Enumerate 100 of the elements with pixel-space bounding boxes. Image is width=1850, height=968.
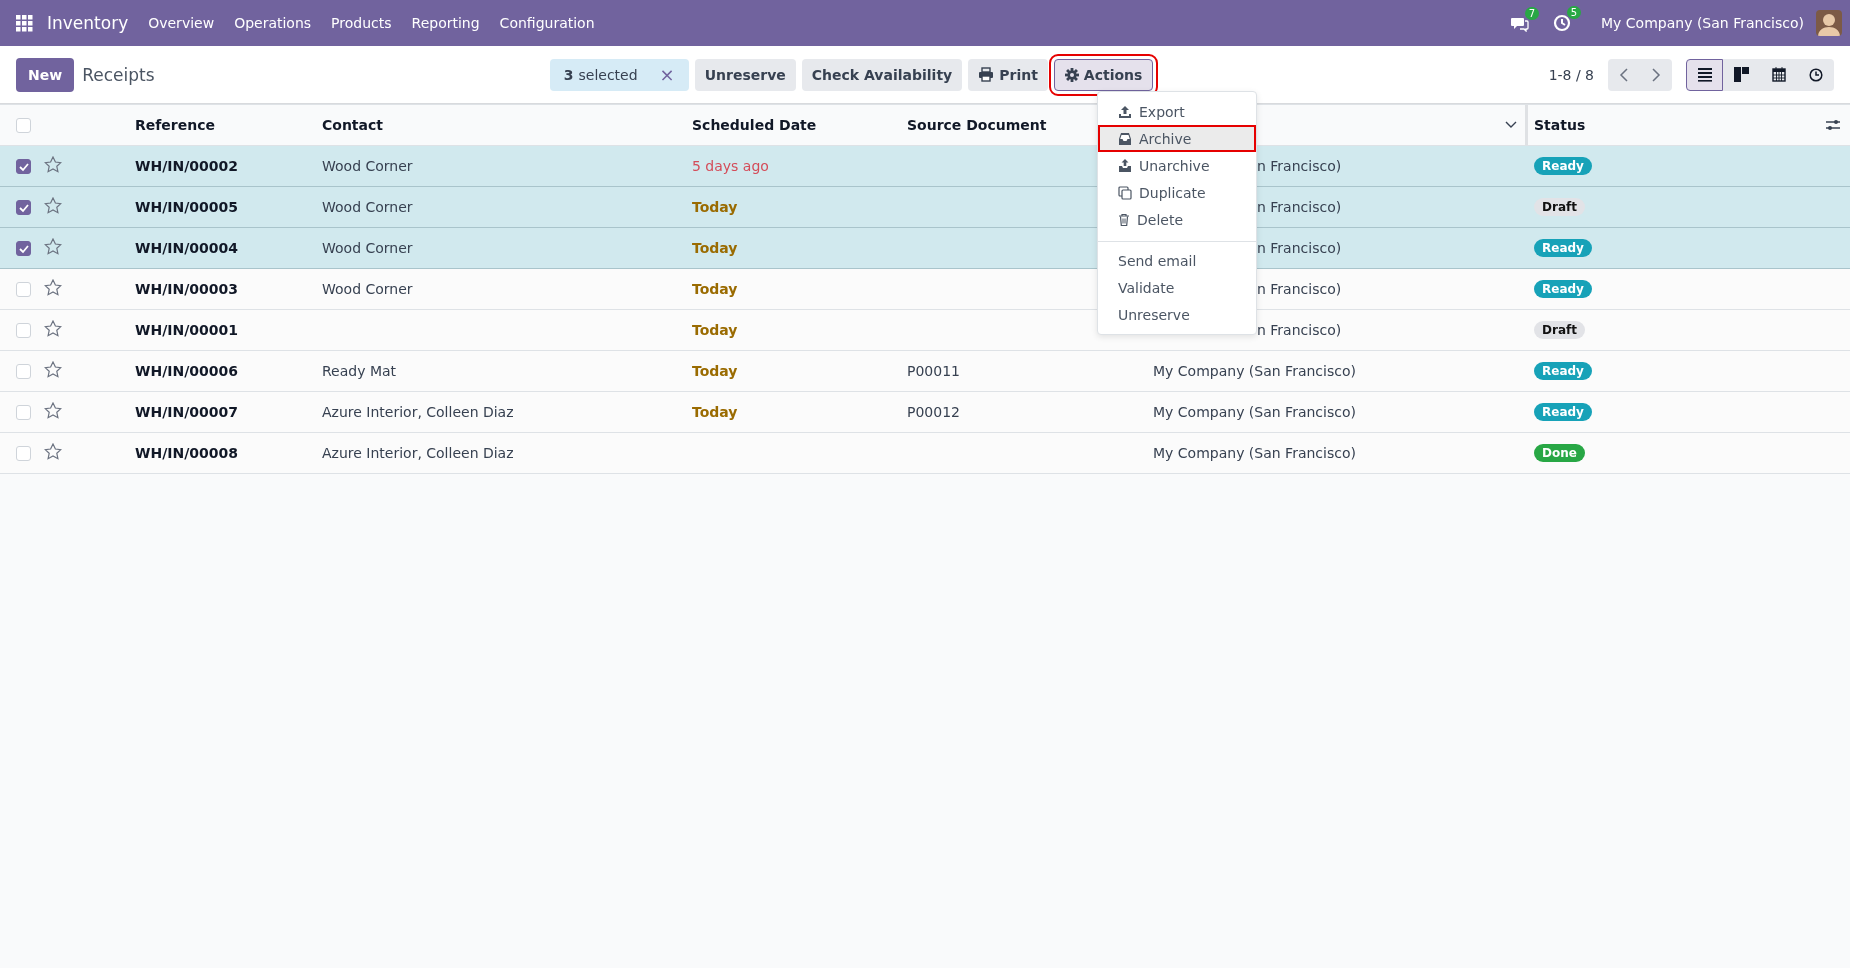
- optional-columns-icon[interactable]: [1826, 118, 1840, 132]
- chevron-left-icon: [1619, 67, 1629, 82]
- user-avatar[interactable]: [1816, 10, 1842, 36]
- table-cell: WH/IN/00008: [135, 445, 239, 461]
- menu-item[interactable]: Delete: [1098, 206, 1256, 233]
- status-badge: Draft: [1534, 198, 1585, 216]
- star-icon[interactable]: [44, 443, 62, 460]
- clock-icon[interactable]: [1553, 14, 1572, 32]
- next-page-button[interactable]: [1640, 58, 1672, 91]
- table-cell: WH/IN/00005: [135, 199, 239, 215]
- row-checkbox[interactable]: [16, 158, 31, 174]
- apps-menu-icon[interactable]: [16, 14, 33, 32]
- star-icon[interactable]: [44, 279, 62, 296]
- column-header[interactable]: Status: [1534, 117, 1586, 133]
- table-cell: My Company (San Francisco): [1153, 404, 1356, 420]
- inbox-icon: [1118, 131, 1132, 146]
- table-cell: n Francisco): [1257, 322, 1342, 338]
- table-cell: Wood Corner: [322, 281, 413, 297]
- app-name[interactable]: Inventory: [47, 13, 129, 33]
- column-header[interactable]: Reference: [135, 117, 322, 133]
- table-cell: WH/IN/00007: [135, 404, 239, 420]
- table-cell: WH/IN/00003: [135, 281, 239, 297]
- trash-icon: [1118, 212, 1130, 227]
- view-switch-button[interactable]: [1686, 58, 1723, 91]
- star-icon[interactable]: [44, 361, 62, 378]
- date-cell: 5 days ago: [692, 158, 769, 174]
- menu-item[interactable]: Validate: [1098, 274, 1256, 301]
- date-cell: Today: [692, 281, 738, 297]
- table-cell: Wood Corner: [322, 240, 413, 256]
- view-switch-button[interactable]: [1797, 58, 1834, 91]
- table-cell: WH/IN/00002: [135, 158, 239, 174]
- menu-item[interactable]: Configuration: [499, 15, 595, 31]
- tray-upload-icon: [1118, 158, 1132, 173]
- menu-item[interactable]: Duplicate: [1098, 179, 1256, 206]
- menu-item[interactable]: Products: [331, 15, 392, 31]
- date-cell: Today: [692, 404, 738, 420]
- select-all-checkbox[interactable]: [16, 117, 31, 133]
- clock-view-icon: [1808, 67, 1823, 82]
- new-button[interactable]: New: [16, 57, 75, 92]
- table-cell: Ready Mat: [322, 363, 397, 379]
- menu-item[interactable]: Unarchive: [1098, 152, 1256, 179]
- column-header[interactable]: Scheduled Date: [692, 117, 907, 133]
- list-view-icon: [1697, 67, 1712, 82]
- table-cell: WH/IN/00006: [135, 363, 239, 379]
- table-cell: My Company (San Francisco): [1153, 445, 1356, 461]
- status-badge: Draft: [1534, 321, 1585, 339]
- pager: 1-8 / 8: [1548, 66, 1594, 83]
- messages-count-badge: 7: [1524, 6, 1540, 20]
- menu-item[interactable]: Reporting: [411, 15, 480, 31]
- gear-icon: [1064, 67, 1079, 82]
- kanban-view-icon: [1734, 67, 1749, 82]
- action-button[interactable]: Check Availability: [801, 58, 963, 91]
- menu-item[interactable]: Archive: [1098, 125, 1256, 152]
- table-cell: Azure Interior, Colleen Diaz: [322, 404, 514, 420]
- table-cell: Wood Corner: [322, 199, 413, 215]
- star-icon[interactable]: [44, 402, 62, 419]
- status-badge: Ready: [1534, 280, 1592, 298]
- menu-item[interactable]: Operations: [234, 15, 312, 31]
- breadcrumb: Receipts: [82, 64, 155, 85]
- status-badge: Ready: [1534, 239, 1592, 257]
- calendar-view-icon: [1771, 67, 1786, 82]
- action-button[interactable]: Print: [968, 58, 1048, 91]
- table-cell: n Francisco): [1257, 240, 1342, 256]
- table-cell: My Company (San Francisco): [1153, 363, 1356, 379]
- action-button[interactable]: Unreserve: [694, 58, 796, 91]
- star-icon[interactable]: [44, 320, 62, 337]
- row-checkbox[interactable]: [16, 240, 31, 256]
- table-cell: WH/IN/00004: [135, 240, 239, 256]
- chevron-right-icon: [1651, 67, 1661, 82]
- upload-icon: [1118, 104, 1132, 119]
- selection-counter: 3 selected ×: [549, 58, 689, 91]
- status-badge: Done: [1534, 444, 1585, 462]
- date-cell: Today: [692, 240, 738, 256]
- view-switch-button[interactable]: [1723, 58, 1760, 91]
- status-badge: Ready: [1534, 403, 1592, 421]
- chevron-down-icon: [1505, 121, 1517, 129]
- menu-item[interactable]: Unreserve: [1098, 301, 1256, 328]
- printer-icon: [978, 67, 995, 82]
- clear-selection-button[interactable]: ×: [659, 64, 675, 85]
- row-checkbox[interactable]: [16, 199, 31, 215]
- star-icon[interactable]: [44, 156, 62, 173]
- menu-item[interactable]: Export: [1098, 98, 1256, 125]
- previous-page-button[interactable]: [1608, 58, 1640, 91]
- table-cell: WH/IN/00001: [135, 322, 239, 338]
- table-cell: Wood Corner: [322, 158, 413, 174]
- star-icon[interactable]: [44, 197, 62, 214]
- table-cell: n Francisco): [1257, 281, 1342, 297]
- copy-icon: [1118, 185, 1132, 200]
- company-switcher[interactable]: My Company (San Francisco): [1601, 15, 1804, 31]
- star-icon[interactable]: [44, 238, 62, 255]
- menu-item[interactable]: Overview: [148, 15, 215, 31]
- date-cell: Today: [692, 199, 738, 215]
- date-cell: Today: [692, 363, 738, 379]
- activities-count-badge: 5: [1566, 6, 1582, 19]
- status-badge: Ready: [1534, 362, 1592, 380]
- table-cell: Azure Interior, Colleen Diaz: [322, 445, 514, 461]
- table-cell: n Francisco): [1257, 199, 1342, 215]
- menu-item[interactable]: Send email: [1098, 247, 1256, 274]
- table-cell: P00012: [907, 404, 960, 420]
- column-header[interactable]: Contact: [322, 117, 692, 133]
